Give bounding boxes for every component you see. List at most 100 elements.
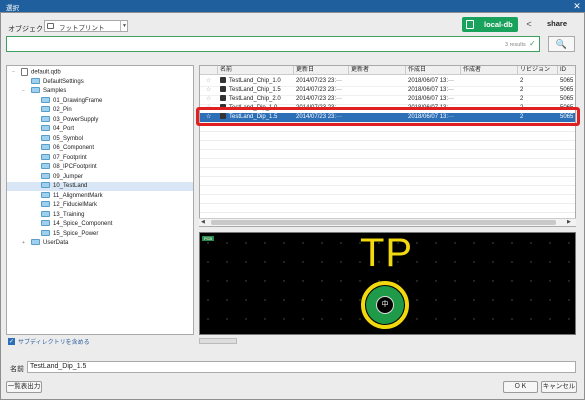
tree-item-label: 13_Training [53,211,85,218]
search-input[interactable]: 3 results ✓ [6,36,540,52]
tree-item[interactable]: − default.qdb [7,68,193,77]
tree-item[interactable]: 14_Spice_Component [7,220,193,229]
tree-item[interactable]: 12_FiducielMark [7,201,193,210]
tree-item[interactable]: 01_DrawingFrame [7,96,193,106]
close-icon[interactable]: ✕ [569,0,585,12]
chevron-down-icon[interactable]: ▼ [120,21,128,31]
collapse-icon[interactable]: − [12,68,15,77]
cell-updater [349,95,408,104]
tree-item[interactable]: 06_Component [7,144,193,153]
scroll-right-icon[interactable]: ▶ [567,219,571,225]
window-title: 選択 [6,5,19,12]
folder-icon [41,125,50,132]
collapse-icon[interactable]: − [22,87,25,96]
tree-item[interactable]: 02_Pin [7,106,193,115]
tree-item[interactable]: 04_Port [7,125,193,134]
preview-scrollbar[interactable] [199,338,237,344]
tree-item[interactable]: 11_AlignmentMark [7,191,193,201]
name-field[interactable]: TestLand_Dip_1.5 [27,361,576,373]
column-header[interactable]: 名前 [218,66,294,75]
tree-item-label: 02_Pin [53,107,72,113]
folder-icon [41,210,50,217]
folder-tree[interactable]: − default.qdb DefaultSettings − Samples 01_Dr… [6,65,194,335]
database-icon [21,68,28,76]
tree-item[interactable]: DefaultSettings [7,77,193,87]
tree-item[interactable]: 03_PowerSupply [7,115,193,125]
local-db-button[interactable]: local-db [462,17,518,32]
tree-item-label: 05_Symbol [53,135,84,142]
folder-icon [41,163,50,170]
tree-item[interactable]: − Samples [7,87,193,96]
search-button[interactable]: 🔍 [548,36,575,52]
column-header[interactable]: 更新日 [294,66,349,75]
column-header[interactable]: 作成者 [461,66,518,75]
cancel-button[interactable]: キャンセル [541,381,577,393]
column-header[interactable]: 作成日 [406,66,461,75]
folder-icon [31,77,40,84]
tree-item-label: 07_Footprint [53,154,87,161]
tree-item[interactable]: + UserData [7,239,193,248]
column-header[interactable]: リビジョン [518,66,558,75]
tree-item-label: 11_AlignmentMark [53,192,103,199]
share-button[interactable]: share [547,19,567,28]
preview-text: TP [360,231,414,275]
folder-icon [41,201,50,208]
cell-updated: 2014/07/23 23:··· [296,96,343,102]
tree-item[interactable]: 05_Symbol [7,134,193,144]
component-icon [220,77,226,84]
footprint-icon [47,23,54,29]
ok-button[interactable]: ＯＫ [503,381,538,393]
folder-icon [41,229,50,236]
cell-creator [461,95,520,104]
folder-icon [41,106,50,113]
tree-item[interactable]: 10_TestLand [7,182,193,191]
results-table[interactable]: 名前 更新日 更新者 作成日 作成者 リビジョン ID ☆ TestLand_Chip_1.0 2… [199,65,576,227]
tree-item[interactable]: 08_IPCFootprint [7,163,193,172]
tree-item-label: 15_Spice_Power [53,230,99,237]
tree-item[interactable]: 07_Footprint [7,153,193,163]
column-header[interactable]: ID [558,66,575,75]
local-db-label: local-db [484,20,513,29]
cell-name-text: TestLand_Chip_2.0 [229,96,281,102]
export-list-button[interactable]: 一覧表出力 [6,381,42,393]
tree-item-label: UserData [43,240,69,246]
share-icon[interactable]: < [522,17,536,32]
pcb-badge: PCB [202,236,214,241]
object-select[interactable]: フットプリント ▼ [44,20,128,32]
cell-name: TestLand_Chip_1.5 [218,86,296,95]
scroll-left-icon[interactable]: ◀ [201,219,205,225]
tree-item-label: 14_Spice_Component [53,221,113,227]
folder-icon [41,182,50,189]
folder-icon [41,96,50,103]
column-header[interactable]: 更新者 [349,66,406,75]
folder-icon [41,115,50,122]
tree-item[interactable]: 09_Jumper [7,172,193,182]
cell-name: TestLand_Chip_1.0 [218,77,296,86]
cell-rev: 2 [520,78,524,84]
scroll-thumb[interactable] [211,220,556,225]
folder-icon [41,144,50,151]
component-icon [220,86,226,93]
cell-updated: 2014/07/23 23:··· [296,78,343,84]
tree-item-label: Samples [43,88,67,94]
cell-id: 5065 [560,87,574,93]
tree-item-label: 09_Jumper [53,173,84,180]
tree-item-label: 06_Component [53,145,95,151]
include-subdirectories-checkbox[interactable]: ✓ [8,338,15,345]
cell-updater [349,77,408,86]
cell-created: 2018/06/07 13:··· [408,87,455,93]
cell-name-text: TestLand_Chip_1.0 [229,78,281,84]
tree-item[interactable]: 13_Training [7,210,193,220]
pad-center: 中 [376,296,394,314]
expand-icon[interactable]: + [22,239,25,248]
tree-item[interactable]: 15_Spice_Power [7,229,193,239]
column-header[interactable] [200,66,218,75]
horizontal-scrollbar[interactable]: ◀ ▶ [199,218,576,226]
include-subdirectories-label: サブディレクトリを含める [18,340,90,346]
tree-item-label: DefaultSettings [43,78,84,85]
tree-item-label: 12_FiducielMark [53,202,98,208]
folder-icon [41,134,50,141]
folder-icon [41,220,50,227]
object-value: フットプリント [59,25,105,32]
cell-created: 2018/06/07 13:··· [408,96,455,102]
